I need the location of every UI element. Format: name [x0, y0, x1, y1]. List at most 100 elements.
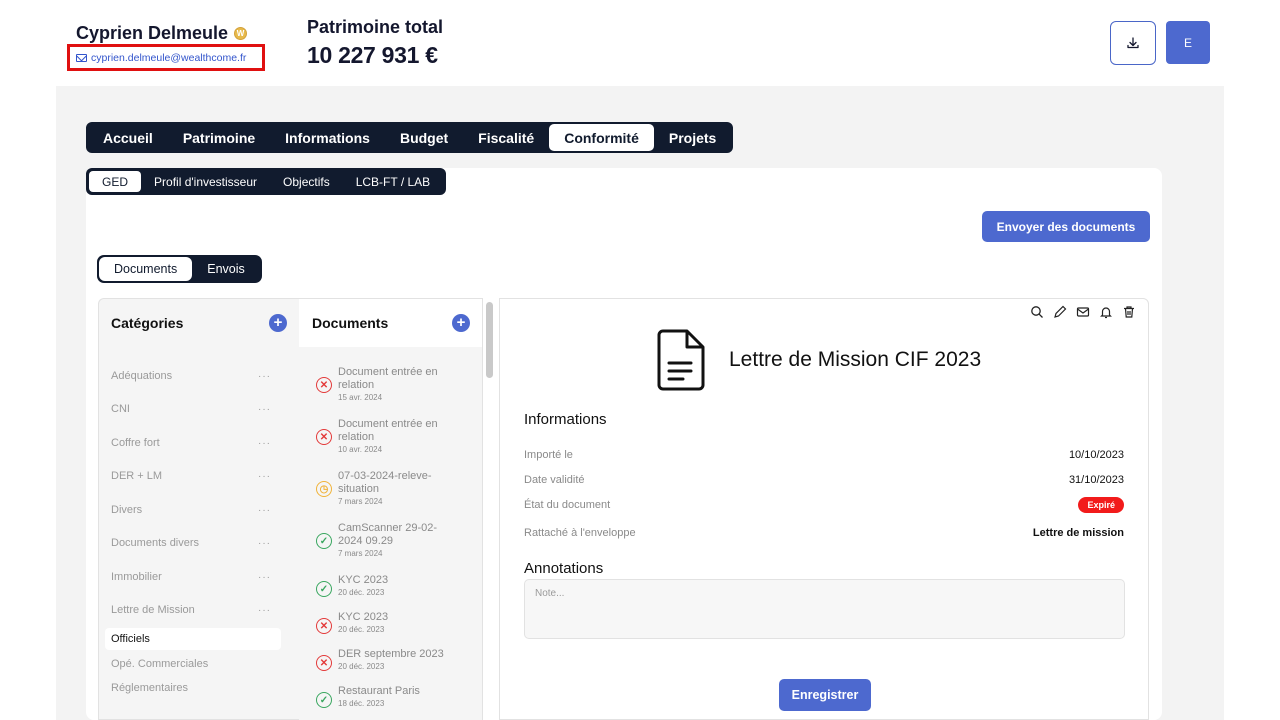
note-textarea[interactable]: Note...: [524, 579, 1125, 639]
info-row-state: État du document Expiré: [524, 497, 1124, 513]
document-item[interactable]: ✕ Document entrée en relation 15 avr. 202…: [316, 366, 476, 402]
page-header: Cyprien Delmeule W cyprien.delmeule@weal…: [0, 0, 1280, 86]
subtab-lcb-ft-lab[interactable]: LCB-FT / LAB: [343, 171, 443, 192]
document-item[interactable]: ✕ DER septembre 2023 20 déc. 2023: [316, 648, 476, 671]
more-icon[interactable]: ···: [258, 404, 287, 415]
tab-projets[interactable]: Projets: [654, 124, 731, 151]
client-email-link[interactable]: cyprien.delmeule@wealthcome.fr: [67, 44, 265, 71]
info-row-imported: Importé le 10/10/2023: [524, 449, 1124, 461]
document-item[interactable]: ✓ CamScanner 29-02-2024 09.29 7 mars 2024: [316, 522, 476, 558]
category-item[interactable]: Divers ···: [111, 501, 287, 519]
add-document-button[interactable]: +: [452, 314, 470, 332]
document-name: CamScanner 29-02-2024 09.29: [338, 522, 438, 547]
download-button[interactable]: [1110, 21, 1156, 65]
document-date: 15 avr. 2024: [338, 393, 383, 402]
subtab-ged[interactable]: GED: [89, 171, 142, 192]
main-tabs: Accueil Patrimoine Informations Budget F…: [86, 122, 734, 153]
tab-fiscalite[interactable]: Fiscalité: [463, 124, 549, 151]
category-label: Opé. Commerciales: [111, 658, 209, 670]
info-row-envelope: Rattaché à l'enveloppe Lettre de mission: [524, 527, 1124, 539]
document-item[interactable]: ✓ KYC 2023 20 déc. 2023: [316, 574, 476, 597]
document-item[interactable]: ✕ Document entrée en relation 10 avr. 202…: [316, 418, 476, 454]
category-item[interactable]: CNI ···: [111, 400, 287, 418]
check-icon: ✓: [316, 692, 332, 708]
info-key: Date validité: [524, 474, 585, 486]
category-item[interactable]: Documents divers ···: [111, 534, 287, 552]
user-avatar-button[interactable]: E: [1166, 21, 1210, 64]
tab-conformite[interactable]: Conformité: [549, 124, 654, 151]
tab-budget[interactable]: Budget: [385, 124, 463, 151]
document-item[interactable]: ◷ 07-03-2024-releve-situation 7 mars 2024: [316, 470, 476, 506]
info-value: 31/10/2023: [1068, 474, 1124, 486]
mail-icon: [76, 53, 87, 62]
category-label: Adéquations: [111, 370, 173, 382]
category-label: Immobilier: [111, 571, 162, 583]
more-icon[interactable]: ···: [258, 371, 287, 382]
document-icon: [657, 329, 705, 391]
document-date: 18 déc. 2023: [338, 699, 385, 708]
check-icon: ✓: [316, 533, 332, 549]
more-icon[interactable]: ···: [258, 438, 287, 449]
category-item[interactable]: Adéquations ···: [111, 367, 287, 385]
subtab-objectifs[interactable]: Objectifs: [270, 171, 343, 192]
categories-title: Catégories: [111, 315, 184, 331]
category-item[interactable]: Immobilier ···: [111, 568, 287, 586]
document-date: 7 mars 2024: [338, 549, 383, 558]
category-item[interactable]: Lettre de Mission ···: [111, 601, 287, 619]
add-category-button[interactable]: +: [269, 314, 287, 332]
toggle-documents[interactable]: Documents: [99, 257, 193, 281]
category-subitem[interactable]: Opé. Commerciales: [111, 655, 287, 673]
trash-icon[interactable]: [1122, 305, 1136, 319]
clock-icon: ◷: [316, 481, 332, 497]
status-badge: Expiré: [1078, 497, 1124, 513]
document-item[interactable]: ✓ Restaurant Paris 18 déc. 2023: [316, 685, 476, 708]
document-name: Restaurant Paris: [338, 685, 420, 697]
annotations-heading: Annotations: [524, 560, 604, 577]
documents-title: Documents: [312, 315, 389, 331]
document-toolbar: [1030, 305, 1136, 319]
info-key: Rattaché à l'enveloppe: [524, 527, 636, 539]
document-name: Document entrée en relation: [338, 418, 438, 443]
category-label: Officiels: [111, 633, 150, 645]
more-icon[interactable]: ···: [258, 605, 287, 616]
category-item-selected[interactable]: Officiels: [105, 628, 281, 650]
document-date: 10 avr. 2024: [338, 445, 383, 454]
more-icon[interactable]: ···: [258, 572, 287, 583]
more-icon[interactable]: ···: [258, 505, 287, 516]
error-icon: ✕: [316, 618, 332, 634]
save-button[interactable]: Enregistrer: [779, 679, 871, 711]
category-item[interactable]: DER + LM ···: [111, 467, 287, 485]
note-placeholder: Note...: [535, 588, 565, 599]
document-title: Lettre de Mission CIF 2023: [729, 348, 982, 371]
category-item[interactable]: Coffre fort ···: [111, 434, 287, 452]
search-icon[interactable]: [1030, 305, 1044, 319]
tab-accueil[interactable]: Accueil: [88, 124, 168, 151]
edit-icon[interactable]: [1053, 305, 1067, 319]
toggle-envois[interactable]: Envois: [192, 257, 260, 281]
documents-scrollbar[interactable]: [486, 302, 493, 378]
subtab-profil-investisseur[interactable]: Profil d'investisseur: [141, 171, 270, 192]
more-icon[interactable]: ···: [258, 538, 287, 549]
tab-informations[interactable]: Informations: [270, 124, 385, 151]
categories-panel: Catégories + Adéquations ··· CNI ··· Coffr…: [98, 298, 299, 720]
category-label: CNI: [111, 403, 130, 415]
download-icon: [1127, 37, 1139, 49]
mail-icon[interactable]: [1076, 305, 1090, 319]
check-icon: ✓: [316, 581, 332, 597]
bell-icon[interactable]: [1099, 305, 1113, 319]
document-detail-panel: Lettre de Mission CIF 2023 Informations …: [499, 298, 1149, 720]
document-name: KYC 2023: [338, 574, 389, 586]
documents-envois-toggle: Documents Envois: [97, 255, 262, 283]
category-label: Lettre de Mission: [111, 604, 195, 616]
document-date: 20 déc. 2023: [338, 662, 385, 671]
error-icon: ✕: [316, 429, 332, 445]
category-subitem[interactable]: Réglementaires: [111, 679, 287, 697]
document-item[interactable]: ✕ KYC 2023 20 déc. 2023: [316, 611, 476, 634]
send-documents-button[interactable]: Envoyer des documents: [982, 211, 1150, 242]
tab-patrimoine[interactable]: Patrimoine: [168, 124, 270, 151]
informations-heading: Informations: [524, 411, 607, 428]
wealth-badge-icon: W: [234, 27, 248, 40]
error-icon: ✕: [316, 377, 332, 393]
more-icon[interactable]: ···: [258, 471, 287, 482]
error-icon: ✕: [316, 655, 332, 671]
